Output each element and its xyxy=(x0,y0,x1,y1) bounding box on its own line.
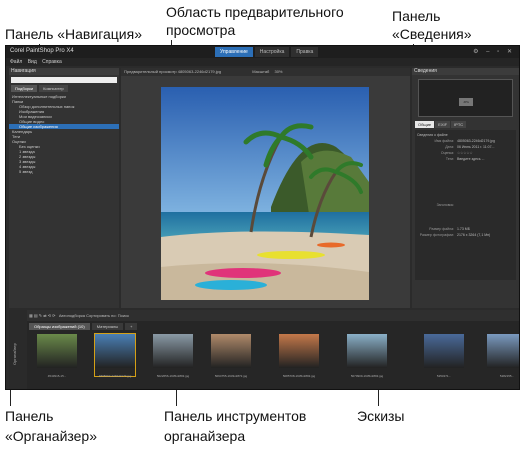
thumbnail-caption: 5253271... xyxy=(436,374,452,378)
thumbnail-caption: 5022656-1935x2893.jpg xyxy=(156,374,190,378)
thumbnail[interactable]: 5022656-1935x2893.jpg xyxy=(153,334,193,378)
info-row-value[interactable]: Введите здесь ... xyxy=(457,156,484,162)
callout-organizer-panel-line2: «Органайзер» xyxy=(5,428,98,444)
tab-general[interactable]: Общие xyxy=(415,121,435,128)
callout-organizer-toolbar-line2: органайзера xyxy=(164,428,246,444)
thumbnail[interactable]: 5282155... xyxy=(487,334,519,378)
tab-collections[interactable]: Подборки xyxy=(11,85,38,92)
thumbnail-image xyxy=(279,334,319,368)
callout-preview-area-line2: просмотра xyxy=(166,22,236,38)
add-tab-button[interactable]: + xyxy=(125,323,138,330)
tab-sample-images[interactable]: Образцы изображений (10) xyxy=(29,323,90,330)
app-window: Corel PaintShop Pro X4 Управление Настро… xyxy=(5,45,520,390)
navigation-tree: Интеллектуальные подборки Папки Обзор допо… xyxy=(9,94,119,174)
info-row-value: 2176 x 3264 (7,1 Мп) xyxy=(457,233,491,237)
thumbnail-image xyxy=(211,334,251,368)
callout-info-panel-line1: Панель xyxy=(392,8,441,24)
thumbnail-strip: 4543915-15... 4805063-2246d2179.jpg 502265… xyxy=(29,333,519,384)
organizer-side-label: Органайзер xyxy=(12,343,17,365)
window-controls[interactable]: ⚙ – ▫ ✕ xyxy=(473,48,515,55)
thumbnail-image xyxy=(487,334,519,368)
thumbnail-caption: 5070909-1935x2893.jpg xyxy=(350,374,384,378)
navigation-header: Навигация xyxy=(9,68,119,75)
organizer-panel: Органайзер ▦ ▤ ✎ ⇄ ⟲ ⟳ Автоподборка Сорт… xyxy=(9,310,519,389)
info-row-key: Теги: xyxy=(445,157,454,161)
workspace-tabs: Управление Настройка Правка xyxy=(215,47,319,57)
tab-adjust[interactable]: Настройка xyxy=(254,47,290,57)
tab-computer[interactable]: Компьютер xyxy=(39,85,68,92)
organizer-toolbar: ▦ ▤ ✎ ⇄ ⟲ ⟳ Автоподборка Сортировать по:… xyxy=(9,310,519,321)
thumbnail-caption: 5085708-1935x2893.jpg xyxy=(282,374,316,378)
info-row-key: Заголовок: xyxy=(436,203,454,207)
tab-iptc[interactable]: IPTC xyxy=(451,121,467,128)
info-row: Теги: Введите здесь ... xyxy=(417,156,514,162)
info-panel: Сведения JPG Общие EXIF IPTC Сведения о … xyxy=(412,68,519,308)
preview-toolbar: Предварительный просмотр 4805063-2246d21… xyxy=(121,68,410,76)
info-tabs: Общие EXIF IPTC xyxy=(415,121,516,128)
thumbnail-caption: 4543915-15... xyxy=(47,374,67,378)
tab-edit[interactable]: Правка xyxy=(291,47,319,57)
callout-organizer-toolbar-line1: Панель инструментов xyxy=(164,408,307,424)
nav-tree-item[interactable]: 5 звезд xyxy=(9,169,119,174)
thumbnail[interactable]: 5085708-1935x2893.jpg xyxy=(279,334,319,378)
callout-thumbnails: Эскизы xyxy=(357,408,405,424)
navigation-panel: Навигация Подборки Компьютер Интеллектуа… xyxy=(9,68,119,308)
thumbnail-image xyxy=(347,334,387,368)
thumbnail-image xyxy=(153,334,193,368)
info-rows: Имя файла: 4805063-2246d2179.jpg Дата: 06 И… xyxy=(417,138,514,238)
zoom-value[interactable]: 30% xyxy=(274,69,282,74)
thumbnail-image xyxy=(37,334,77,368)
info-header: Сведения xyxy=(412,68,519,75)
preview-filename: Предварительный просмотр 4805063-2246d21… xyxy=(124,69,222,74)
callout-info-panel-line2: «Сведения» xyxy=(392,26,472,42)
organizer-side-strip: Органайзер xyxy=(9,310,27,389)
zoom-label: Масштаб xyxy=(252,69,270,74)
histogram: JPG xyxy=(418,79,513,117)
thumbnail[interactable]: 5094755-1933x2872.jpg xyxy=(211,334,251,378)
thumbnail[interactable]: 5070909-1935x2893.jpg xyxy=(347,334,387,378)
thumbnail-caption: 5282155... xyxy=(499,374,515,378)
organizer-tabs: Образцы изображений (10) Материалы + xyxy=(29,323,499,330)
thumbnail[interactable]: 4805063-2246d2179.jpg xyxy=(94,333,136,378)
preview-photo xyxy=(161,87,369,300)
title-bar: Corel PaintShop Pro X4 Управление Настро… xyxy=(6,46,519,58)
menu-file[interactable]: Файл xyxy=(10,59,22,65)
thumbnail-image xyxy=(95,334,135,368)
info-row: Размер фотографии: 2176 x 3264 (7,1 Мп) xyxy=(417,232,514,238)
file-type-badge: JPG xyxy=(459,98,473,106)
thumbnail-image xyxy=(424,334,464,368)
info-row: Заголовок: xyxy=(417,202,514,208)
organizer-tool-icons[interactable]: ▦ ▤ ✎ ⇄ ⟲ ⟳ xyxy=(29,313,59,318)
navigation-search-input[interactable] xyxy=(11,77,117,83)
menu-help[interactable]: Справка xyxy=(42,59,62,65)
menu-bar: Файл Вид Справка xyxy=(6,58,519,66)
tab-manage[interactable]: Управление xyxy=(215,47,253,57)
tab-materials[interactable]: Материалы xyxy=(91,323,124,330)
info-body: Сведения о файле Имя файла: 4805063-2246d… xyxy=(415,130,516,280)
thumbnail-caption: 5094755-1933x2872.jpg xyxy=(214,374,248,378)
thumbnail[interactable]: 4543915-15... xyxy=(37,334,77,378)
callout-nav-panel: Панель «Навигация» xyxy=(5,26,142,42)
thumbnail-caption: 4805063-2246d2179.jpg xyxy=(98,374,132,378)
preview-area: Предварительный просмотр 4805063-2246d21… xyxy=(121,68,410,308)
organizer-tools-text: Автоподборка Сортировать по: Поиск xyxy=(58,313,129,318)
menu-view[interactable]: Вид xyxy=(28,59,37,65)
callout-organizer-panel-line1: Панель xyxy=(5,408,54,424)
thumbnail[interactable]: 5253271... xyxy=(424,334,464,378)
callout-preview-area-line1: Область предварительного xyxy=(166,4,344,20)
tab-exif[interactable]: EXIF xyxy=(435,121,451,128)
info-row-key: Размер фотографии: xyxy=(419,233,454,237)
app-title: Corel PaintShop Pro X4 xyxy=(10,48,74,54)
navigation-tabs: Подборки Компьютер xyxy=(11,85,117,92)
